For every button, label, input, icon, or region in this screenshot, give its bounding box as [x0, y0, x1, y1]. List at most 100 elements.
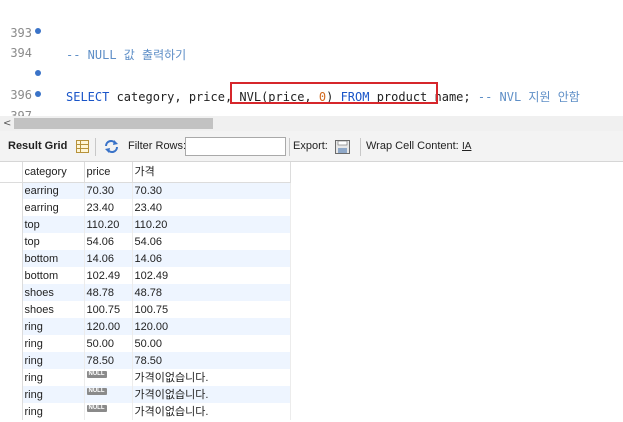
table-cell[interactable]: NULL	[84, 386, 133, 403]
column-header-category[interactable]: category	[22, 162, 85, 183]
row-header[interactable]	[0, 284, 23, 301]
table-cell[interactable]: 가격이없습니다.	[132, 369, 291, 386]
row-header-corner[interactable]	[0, 162, 23, 183]
table-cell[interactable]: 54.06	[132, 233, 291, 250]
null-badge: NULL	[86, 370, 107, 378]
table-cell[interactable]: earring	[22, 199, 85, 216]
table-cell[interactable]: bottom	[22, 250, 85, 267]
table-cell[interactable]: 110.20	[132, 216, 291, 233]
table-cell[interactable]: 54.06	[84, 233, 133, 250]
toolbar-divider	[360, 138, 361, 156]
table-cell[interactable]: 102.49	[84, 267, 133, 284]
filter-rows-input[interactable]	[185, 137, 286, 156]
row-header[interactable]	[0, 301, 23, 318]
scroll-left-arrow-icon[interactable]: <	[3, 118, 11, 129]
table-row[interactable]: ring 78.50 78.50	[0, 352, 291, 369]
table-cell[interactable]: 48.78	[84, 284, 133, 301]
table-cell[interactable]: 78.50	[84, 352, 133, 369]
table-cell[interactable]: 120.00	[132, 318, 291, 335]
code-line[interactable]: 397 SELECT category, price, IFNULL(price…	[0, 83, 623, 116]
code-line[interactable]: 394 SELECT category, price, NVL(price, 0…	[0, 20, 623, 104]
result-grid-tab[interactable]: Result Grid	[8, 140, 67, 153]
table-cell[interactable]: 110.20	[84, 216, 133, 233]
export-icon[interactable]	[335, 140, 350, 154]
table-cell[interactable]: shoes	[22, 301, 85, 318]
table-cell[interactable]: 70.30	[132, 182, 291, 199]
table-row[interactable]: bottom 14.06 14.06	[0, 250, 291, 267]
table-cell[interactable]: 23.40	[84, 199, 133, 216]
table-cell[interactable]: NULL	[84, 369, 133, 386]
table-row[interactable]: ring NULL 가격이없습니다.	[0, 386, 291, 403]
table-cell[interactable]: ring	[22, 335, 85, 352]
table-cell[interactable]: 120.00	[84, 318, 133, 335]
table-cell[interactable]: 50.00	[132, 335, 291, 352]
table-cell[interactable]: NULL	[84, 403, 133, 420]
row-header[interactable]	[0, 250, 23, 267]
row-header[interactable]	[0, 182, 23, 199]
table-cell[interactable]: ring	[22, 318, 85, 335]
row-header[interactable]	[0, 267, 23, 284]
execution-marker-icon	[35, 28, 41, 34]
code-line[interactable]: 393 -- NULL 값 출력하기	[0, 0, 623, 62]
table-row[interactable]: earring 70.30 70.30	[0, 182, 291, 199]
toolbar-divider	[289, 138, 290, 156]
table-cell[interactable]: 50.00	[84, 335, 133, 352]
wrap-cell-content-label: Wrap Cell Content:	[366, 140, 459, 152]
table-cell[interactable]: earring	[22, 182, 85, 199]
line-number: 397	[10, 109, 32, 116]
result-grid: category price 가격 earring 70.30 70.30 earri…	[0, 162, 623, 422]
refresh-icon[interactable]	[104, 140, 118, 153]
table-cell[interactable]: shoes	[22, 284, 85, 301]
table-cell[interactable]: ring	[22, 352, 85, 369]
table-row[interactable]: ring 50.00 50.00	[0, 335, 291, 352]
null-badge: NULL	[86, 387, 107, 395]
row-header[interactable]	[0, 352, 23, 369]
result-toolbar: Result Grid Filter Rows: Export: Wrap Ce…	[0, 131, 623, 162]
column-header-price-kr[interactable]: 가격	[132, 162, 291, 183]
table-row[interactable]: earring 23.40 23.40	[0, 199, 291, 216]
wrap-cell-toggle-icon[interactable]: IA	[462, 140, 471, 153]
table-cell[interactable]: 102.49	[132, 267, 291, 284]
table-cell[interactable]: 78.50	[132, 352, 291, 369]
export-label: Export:	[293, 140, 328, 152]
table-cell[interactable]: 23.40	[132, 199, 291, 216]
table-row[interactable]: ring 120.00 120.00	[0, 318, 291, 335]
table-cell[interactable]: 14.06	[84, 250, 133, 267]
row-header[interactable]	[0, 318, 23, 335]
table-cell[interactable]: 48.78	[132, 284, 291, 301]
row-header[interactable]	[0, 233, 23, 250]
table-cell[interactable]: ring	[22, 369, 85, 386]
table-cell[interactable]: ring	[22, 386, 85, 403]
table-cell[interactable]: 14.06	[132, 250, 291, 267]
table-cell[interactable]: top	[22, 216, 85, 233]
filter-rows-label: Filter Rows:	[128, 140, 187, 152]
header-row: category price 가격	[0, 162, 291, 183]
row-header[interactable]	[0, 335, 23, 352]
row-header[interactable]	[0, 199, 23, 216]
table-row[interactable]: shoes 48.78 48.78	[0, 284, 291, 301]
table-cell[interactable]: 70.30	[84, 182, 133, 199]
editor-horizontal-scrollbar[interactable]: <	[0, 116, 623, 131]
row-header[interactable]	[0, 403, 23, 420]
table-row[interactable]: ring NULL 가격이없습니다.	[0, 403, 291, 420]
scrollbar-thumb[interactable]	[14, 118, 213, 129]
row-header[interactable]	[0, 386, 23, 403]
row-header[interactable]	[0, 216, 23, 233]
grid-view-icon[interactable]	[76, 140, 90, 153]
sql-editor[interactable]: 393 -- NULL 값 출력하기 394 SELECT category, …	[0, 0, 623, 116]
table-cell[interactable]: 100.75	[132, 301, 291, 318]
table-row[interactable]: ring NULL 가격이없습니다.	[0, 369, 291, 386]
table-cell[interactable]: top	[22, 233, 85, 250]
table-cell[interactable]: bottom	[22, 267, 85, 284]
table-row[interactable]: bottom 102.49 102.49	[0, 267, 291, 284]
table-cell[interactable]: 가격이없습니다.	[132, 386, 291, 403]
column-header-price[interactable]: price	[84, 162, 133, 183]
code-line[interactable]: 396 SELECT category, price, COALESCE(pri…	[0, 62, 623, 102]
table-cell[interactable]: 100.75	[84, 301, 133, 318]
row-header[interactable]	[0, 369, 23, 386]
table-row[interactable]: shoes 100.75 100.75	[0, 301, 291, 318]
table-cell[interactable]: ring	[22, 403, 85, 420]
table-row[interactable]: top 54.06 54.06	[0, 233, 291, 250]
table-cell[interactable]: 가격이없습니다.	[132, 403, 291, 420]
table-row[interactable]: top 110.20 110.20	[0, 216, 291, 233]
